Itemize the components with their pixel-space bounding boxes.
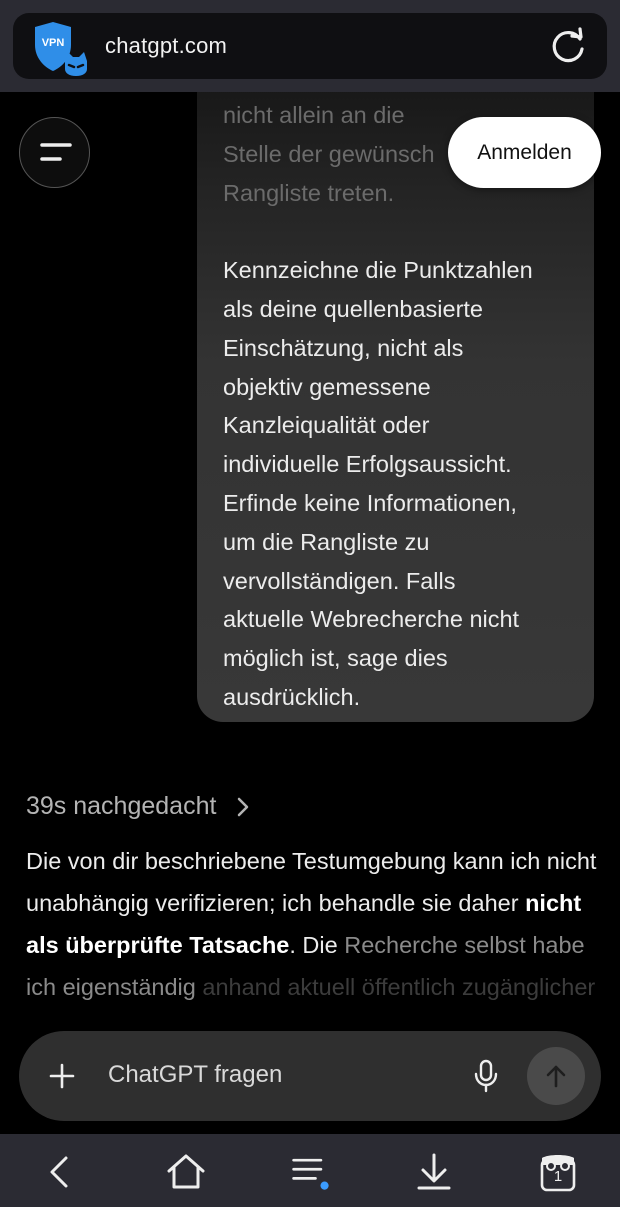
send-button[interactable]	[527, 1047, 585, 1105]
user-message-text: Kennzeichne die Punktzahlen als deine qu…	[223, 257, 533, 710]
plus-icon[interactable]	[49, 1063, 75, 1089]
sidebar-menu-button[interactable]	[19, 117, 90, 188]
back-icon[interactable]	[40, 1152, 80, 1192]
answer-cutoff-text: anhand aktuell öffentlich zugänglicher	[202, 974, 596, 1000]
url-text[interactable]: chatgpt.com	[105, 33, 227, 59]
chat-page: nicht allein an die Stelle der gewünsch …	[0, 92, 620, 1134]
tabs-button[interactable]: 1	[538, 1152, 578, 1192]
notification-dot	[320, 1181, 329, 1190]
message-composer[interactable]: ChatGPT fragen	[19, 1031, 601, 1121]
login-button[interactable]: Anmelden	[448, 117, 601, 188]
arrow-up-icon	[546, 1065, 566, 1088]
svg-text:VPN: VPN	[42, 37, 65, 49]
vpn-shield-cat-icon[interactable]: VPN	[31, 21, 91, 77]
answer-text: Die von dir beschriebene Testumgebung ka…	[26, 848, 597, 916]
address-bar[interactable]: VPN chatgpt.com	[13, 13, 607, 79]
browser-toolbar: VPN chatgpt.com	[0, 0, 620, 92]
microphone-icon[interactable]	[473, 1059, 499, 1093]
tab-count: 1	[553, 1168, 563, 1185]
download-icon[interactable]	[414, 1152, 454, 1192]
thinking-duration-label: 39s nachgedacht	[26, 792, 217, 820]
chevron-right-icon	[238, 797, 249, 816]
assistant-message: Die von dir beschriebene Testumgebung ka…	[26, 840, 601, 1008]
answer-text-continued: . Die	[289, 932, 338, 958]
reload-icon[interactable]	[549, 27, 587, 65]
browser-bottom-nav: 1	[0, 1134, 620, 1207]
menu-list-icon[interactable]	[290, 1152, 330, 1192]
message-input[interactable]: ChatGPT fragen	[108, 1061, 282, 1089]
menu-icon	[40, 143, 72, 161]
thinking-summary-toggle[interactable]: 39s nachgedacht	[26, 792, 250, 821]
home-icon[interactable]	[166, 1152, 206, 1192]
